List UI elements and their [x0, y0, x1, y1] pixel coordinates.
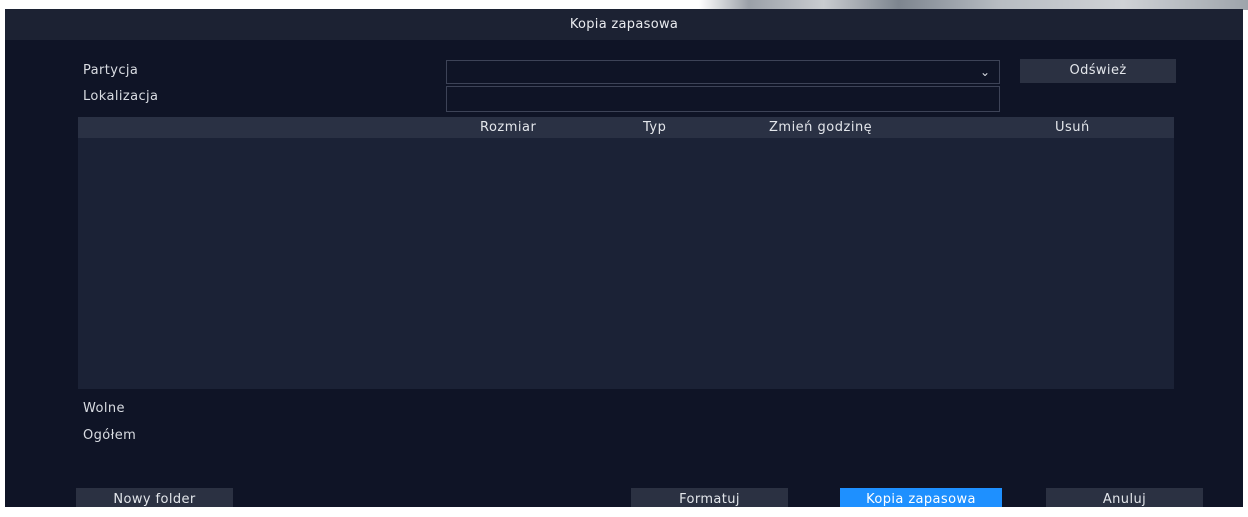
total-space-label: Ogółem — [83, 428, 137, 443]
backup-button[interactable]: Kopia zapasowa — [840, 488, 1002, 507]
table-header: Rozmiar Typ Zmień godzinę Usuń — [78, 117, 1174, 138]
dialog-title: Kopia zapasowa — [5, 9, 1243, 40]
file-table[interactable]: Rozmiar Typ Zmień godzinę Usuń — [78, 117, 1174, 389]
location-field[interactable] — [446, 86, 1000, 112]
column-header-type[interactable]: Typ — [643, 120, 666, 135]
partition-select[interactable]: ⌄ — [446, 60, 1000, 84]
column-header-modified-time[interactable]: Zmień godzinę — [769, 120, 872, 135]
location-label: Lokalizacja — [83, 89, 159, 104]
partition-label: Partycja — [83, 63, 139, 78]
column-header-delete[interactable]: Usuń — [1055, 120, 1090, 135]
refresh-button[interactable]: Odśwież — [1020, 59, 1176, 83]
backup-dialog: Kopia zapasowa Partycja ⌄ Odśwież Lokali… — [5, 9, 1243, 507]
format-button[interactable]: Formatuj — [631, 488, 788, 507]
free-space-label: Wolne — [83, 401, 125, 416]
new-folder-button[interactable]: Nowy folder — [76, 488, 233, 507]
chevron-down-icon[interactable]: ⌄ — [980, 65, 990, 79]
table-body — [78, 138, 1174, 389]
column-header-size[interactable]: Rozmiar — [480, 120, 536, 135]
cancel-button[interactable]: Anuluj — [1046, 488, 1203, 507]
